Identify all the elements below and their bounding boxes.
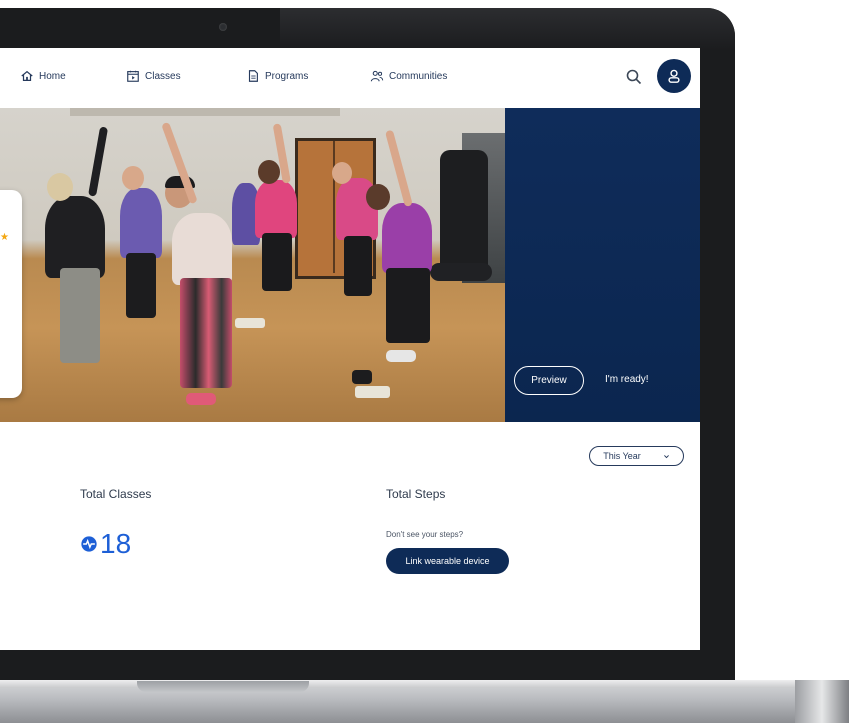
nav-item-home[interactable]: Home <box>20 69 66 83</box>
people-icon <box>370 70 384 82</box>
search-icon[interactable] <box>625 68 643 86</box>
preview-button[interactable]: Preview <box>514 366 584 395</box>
hero-section: ★ Preview I'm ready! <box>0 108 700 422</box>
weights <box>352 370 372 384</box>
webcam <box>219 23 227 31</box>
person-head <box>332 162 352 184</box>
person-dark-pants <box>126 253 156 318</box>
person-black-top <box>45 196 105 278</box>
star-icon: ★ <box>0 232 9 243</box>
person-floral-leggings <box>180 278 232 388</box>
person-pink-top <box>255 180 297 238</box>
person-head <box>366 184 390 210</box>
document-icon <box>248 70 258 82</box>
person-black-leggings <box>344 236 372 296</box>
person-sneakers <box>386 350 416 362</box>
steps-hint: Don't see your steps? <box>386 530 464 539</box>
laptop-base-end <box>795 680 849 723</box>
activity-pulse-icon <box>81 536 97 552</box>
towel <box>355 386 390 398</box>
video-calendar-icon <box>127 70 139 82</box>
person-grey-pants <box>60 268 100 363</box>
nav-item-programs[interactable]: Programs <box>246 69 308 83</box>
bezel-sheen <box>280 8 735 50</box>
total-classes-label: Total Classes <box>80 487 152 501</box>
laptop-base-lip <box>0 680 820 688</box>
overlay-card-edge[interactable] <box>0 190 22 398</box>
nav-label-programs: Programs <box>265 70 309 82</box>
punching-bag <box>440 150 488 275</box>
person-purple-print <box>120 188 162 258</box>
nav-label-home: Home <box>39 70 66 82</box>
nav-item-classes[interactable]: Classes <box>126 69 181 83</box>
fitness-class-photo: ★ <box>0 108 505 422</box>
person-black-capris <box>262 233 292 291</box>
total-classes-number: 18 <box>100 528 132 559</box>
person-head <box>47 173 73 201</box>
towel <box>235 318 265 328</box>
link-wearable-button[interactable]: Link wearable device <box>386 548 509 574</box>
punching-bag-base <box>430 263 492 281</box>
user-avatar-button[interactable] <box>657 59 691 93</box>
user-icon <box>668 69 680 83</box>
person-black-pants <box>386 268 430 343</box>
class-info-panel: Preview I'm ready! <box>505 108 700 422</box>
total-classes-value: 18 <box>80 528 131 560</box>
app-screen: Home Classes Programs Communities ★ Prev… <box>0 48 700 650</box>
laptop-opening-notch <box>137 681 309 692</box>
photo-door-split <box>333 141 335 273</box>
top-nav: Home Classes Programs Communities <box>0 48 700 108</box>
home-icon <box>21 70 33 81</box>
wall-rail <box>70 108 340 116</box>
person-white-tank <box>172 213 232 285</box>
nav-label-communities: Communities <box>389 70 448 82</box>
person-arm <box>88 126 109 197</box>
nav-label-classes: Classes <box>145 70 181 82</box>
im-ready-button[interactable]: I'm ready! <box>605 374 649 385</box>
total-steps-label: Total Steps <box>386 487 446 501</box>
chevron-down-icon <box>663 454 669 458</box>
period-select-value: This Year <box>603 451 641 461</box>
period-select[interactable]: This Year <box>589 446 684 466</box>
person-violet-tank <box>382 203 432 273</box>
person-head <box>258 160 280 184</box>
person-head <box>122 166 144 190</box>
nav-item-communities[interactable]: Communities <box>370 69 447 83</box>
person-shoes <box>186 393 216 405</box>
